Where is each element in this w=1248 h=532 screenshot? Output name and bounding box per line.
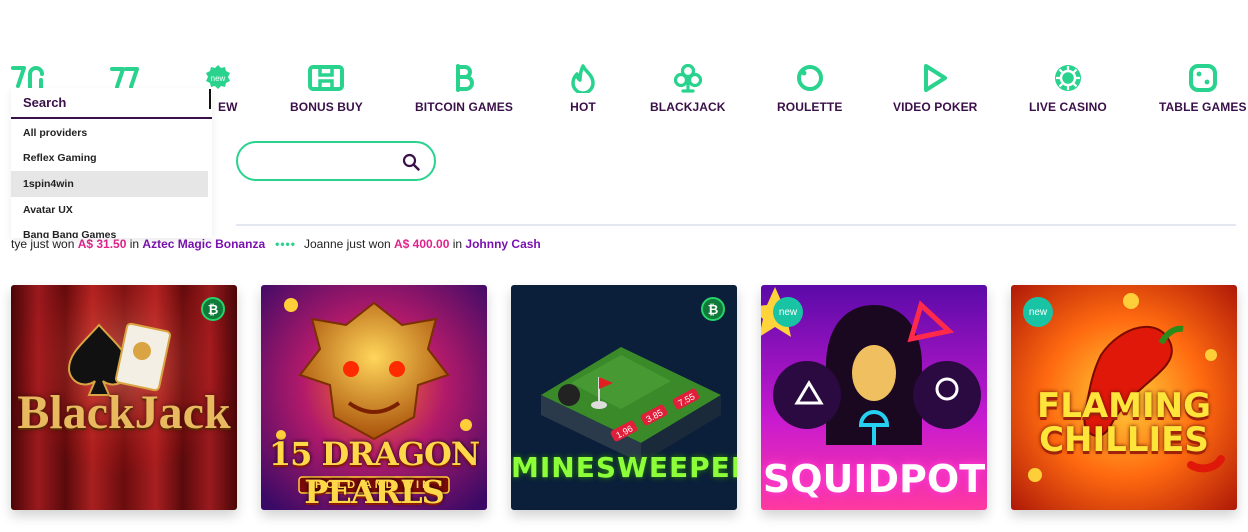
svg-text:new: new <box>210 74 225 83</box>
bonus-buy-icon <box>308 62 345 94</box>
game-tile-15-dragon-pearls[interactable]: 15 DRAGON PEARLS HOLD AND WIN <box>261 285 487 510</box>
game-search-input[interactable] <box>254 151 408 173</box>
roulette-icon <box>792 62 828 94</box>
nav-label: VIDEO POKER <box>893 100 978 114</box>
provider-option-selected[interactable]: 1spin4win <box>11 171 208 197</box>
winner-text: tye just won <box>11 237 78 251</box>
nav-item-blackjack[interactable]: BLACKJACK <box>650 62 726 114</box>
game-subtitle: HOLD AND WIN <box>314 479 434 491</box>
club-icon <box>670 62 706 94</box>
game-title: BlackJack <box>17 386 231 439</box>
nav-label: LIVE CASINO <box>1029 100 1107 114</box>
game-title: 15 DRAGON PEARLS <box>268 435 480 510</box>
flame-icon <box>565 62 601 94</box>
search-icon[interactable] <box>402 153 420 176</box>
section-divider <box>236 224 1236 226</box>
nav-label: TABLE GAMES <box>1159 100 1247 114</box>
provider-list: All providers Reflex Gaming 1spin4win Av… <box>11 119 212 238</box>
game-title: MINESWEEPER <box>511 451 737 484</box>
provider-option[interactable]: Reflex Gaming <box>11 146 208 172</box>
provider-option[interactable]: Avatar UX <box>11 197 208 223</box>
nav-label: ROULETTE <box>777 100 843 114</box>
winner-text: in <box>449 237 466 251</box>
nav-label: EW <box>218 100 238 114</box>
provider-option[interactable]: All providers <box>11 120 208 146</box>
winner-text: Joanne just won <box>303 237 394 251</box>
nav-item-live-casino[interactable]: LIVE CASINO <box>1029 62 1107 114</box>
nav-item-video-poker[interactable]: VIDEO POKER <box>893 62 977 114</box>
nav-item-bonus-buy[interactable]: BONUS BUY <box>290 62 363 114</box>
play-icon <box>917 62 953 94</box>
provider-search-input[interactable]: Search <box>11 88 212 119</box>
winners-ticker: tye just won A$ 31.50 in Aztec Magic Bon… <box>11 237 541 251</box>
game-title: SQUIDPOT <box>762 457 986 501</box>
nav-item-hot[interactable]: HOT <box>565 62 601 114</box>
new-badge: new <box>773 297 803 327</box>
nav-label: HOT <box>570 100 596 114</box>
nav-label: BONUS BUY <box>290 100 363 114</box>
bitcoin-icon <box>446 62 482 94</box>
bitcoin-badge-icon: ₿ <box>701 297 725 321</box>
bitcoin-badge-icon: ₿ <box>201 297 225 321</box>
game-title: FLAMING CHILLIES <box>1036 386 1212 460</box>
live-casino-icon <box>1050 62 1086 94</box>
win-amount: A$ 31.50 <box>77 237 127 251</box>
win-game-link[interactable]: Aztec Magic Bonanza <box>142 237 265 251</box>
win-amount: A$ 400.00 <box>394 237 450 251</box>
dice-icon <box>1185 62 1221 94</box>
winner-text: in <box>126 237 143 251</box>
nav-item-roulette[interactable]: ROULETTE <box>777 62 842 114</box>
provider-dropdown[interactable]: Search All providers Reflex Gaming 1spin… <box>11 88 212 238</box>
provider-option[interactable]: Bang Bang Games <box>11 222 208 238</box>
mouse-cursor <box>209 89 211 109</box>
nav-label: BITCOIN GAMES <box>415 100 513 114</box>
nav-label: BLACKJACK <box>650 100 726 114</box>
game-tile-squidpot[interactable]: SQUIDPOT new <box>761 285 987 510</box>
nav-item-table-games[interactable]: TABLE GAMES <box>1159 62 1247 114</box>
game-search-box[interactable] <box>236 141 436 181</box>
win-game-link[interactable]: Johnny Cash <box>465 237 540 251</box>
game-tile-blackjack[interactable]: BlackJack ₿ <box>11 285 237 510</box>
game-tile-flaming-chillies[interactable]: FLAMING CHILLIES new <box>1011 285 1237 510</box>
new-badge: new <box>1023 297 1053 327</box>
game-tile-minesweeper[interactable]: 1.96 3.85 7.55 MINESWEEPER ₿ <box>511 285 737 510</box>
ticker-separator: •••• <box>275 237 296 251</box>
nav-item-bitcoin-games[interactable]: BITCOIN GAMES <box>415 62 513 114</box>
